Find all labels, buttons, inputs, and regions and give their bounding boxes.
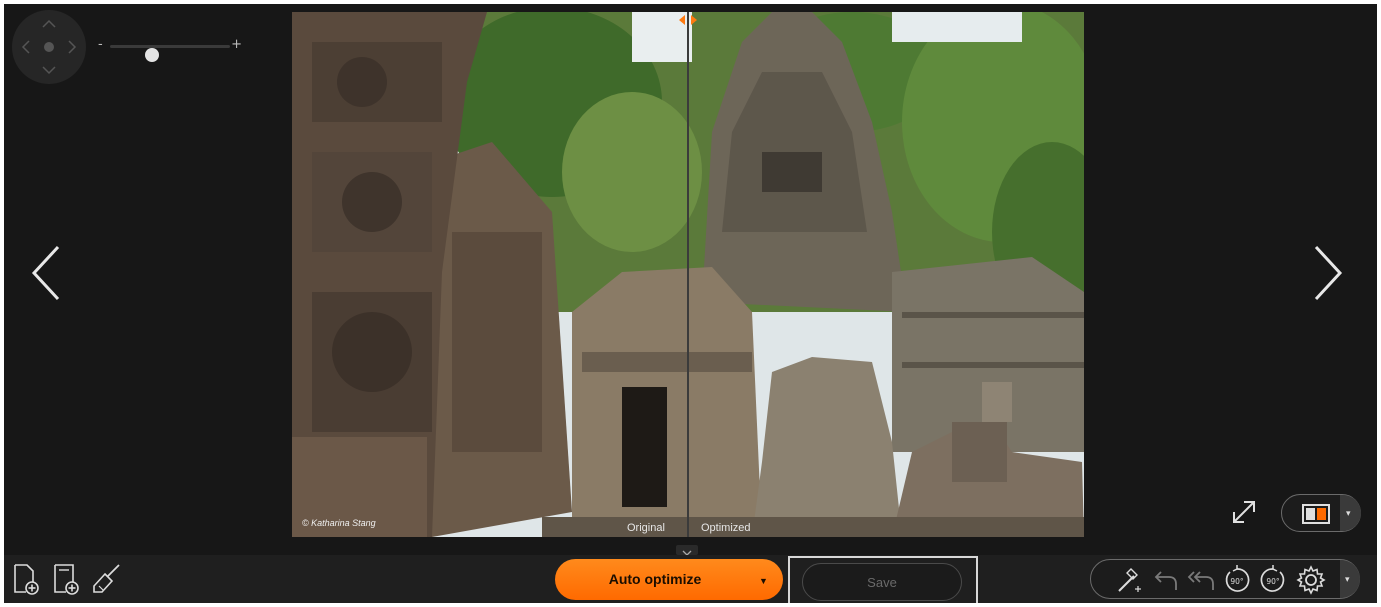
zoom-slider[interactable]: - +: [98, 36, 248, 62]
expand-icon: [1233, 501, 1255, 523]
fullscreen-button[interactable]: [1230, 498, 1258, 526]
edit-tools-dropdown[interactable]: ▾: [1340, 560, 1360, 598]
undo-all-icon: [1187, 571, 1214, 590]
settings-button[interactable]: [1295, 564, 1327, 596]
add-file-button[interactable]: [10, 562, 44, 596]
preview-canvas: - + © Katharina Stang Original Optimized…: [4, 4, 1377, 556]
rotate-right-button[interactable]: 90°: [1257, 564, 1289, 596]
bottom-toolbar: Auto optimize ▼ Save 90° 90° ▾: [4, 555, 1377, 603]
chevron-left-icon: [31, 245, 60, 301]
rotate-left-button[interactable]: 90°: [1221, 564, 1253, 596]
rotate-left-90-icon: 90°: [1225, 565, 1250, 592]
save-button-frame: Save: [788, 556, 978, 603]
chevron-right-icon: [1314, 245, 1343, 301]
caret-down-icon: ▾: [1345, 574, 1350, 584]
collapse-panel-button[interactable]: [676, 545, 698, 556]
edit-tools-group: 90° 90° ▾: [1090, 559, 1360, 599]
auto-optimize-button[interactable]: Auto optimize ▼: [555, 559, 783, 600]
caret-down-icon: ▾: [1346, 508, 1351, 518]
caret-down-icon[interactable]: ▼: [759, 576, 768, 586]
original-label: Original: [627, 522, 665, 534]
save-label: Save: [867, 575, 897, 590]
divider-handle[interactable]: [676, 14, 700, 26]
navigation-pad-icon: [21, 19, 77, 75]
zoom-in-button[interactable]: +: [231, 37, 242, 52]
zoom-thumb[interactable]: [145, 48, 159, 62]
zoom-track[interactable]: [110, 45, 230, 62]
auto-optimize-label: Auto optimize: [608, 571, 702, 587]
next-image-button[interactable]: [1308, 242, 1348, 304]
add-folder-icon: [54, 564, 79, 595]
add-file-icon: [14, 564, 39, 595]
undo-all-button[interactable]: [1185, 564, 1217, 596]
previous-image-button[interactable]: [28, 242, 68, 304]
zoom-out-button[interactable]: -: [98, 37, 103, 52]
gear-icon: [1296, 565, 1326, 595]
clear-list-button[interactable]: [90, 562, 124, 596]
optimized-label: Optimized: [701, 522, 751, 534]
navigation-pad[interactable]: [12, 10, 86, 84]
photo-preview[interactable]: © Katharina Stang Original Optimized: [292, 12, 1084, 537]
magic-wand-button[interactable]: [1113, 564, 1145, 596]
magic-wand-icon: [1118, 568, 1141, 592]
split-view-icon: [1302, 504, 1330, 524]
drag-arrows-icon: [679, 15, 697, 25]
add-folder-button[interactable]: [50, 562, 84, 596]
comparison-divider[interactable]: [687, 12, 689, 537]
photo-credit: © Katharina Stang: [302, 518, 376, 528]
photo-optimizer-window: - + © Katharina Stang Original Optimized…: [4, 4, 1377, 603]
svg-text:90°: 90°: [1266, 577, 1280, 586]
svg-text:90°: 90°: [1230, 577, 1244, 586]
view-mode-dropdown[interactable]: ▾: [1340, 495, 1361, 531]
view-mode-toggle[interactable]: ▾: [1281, 494, 1361, 532]
undo-button[interactable]: [1149, 564, 1181, 596]
save-button[interactable]: Save: [802, 563, 962, 601]
undo-icon: [1154, 571, 1177, 590]
broom-icon: [93, 564, 120, 593]
rotate-right-90-icon: 90°: [1260, 565, 1285, 592]
